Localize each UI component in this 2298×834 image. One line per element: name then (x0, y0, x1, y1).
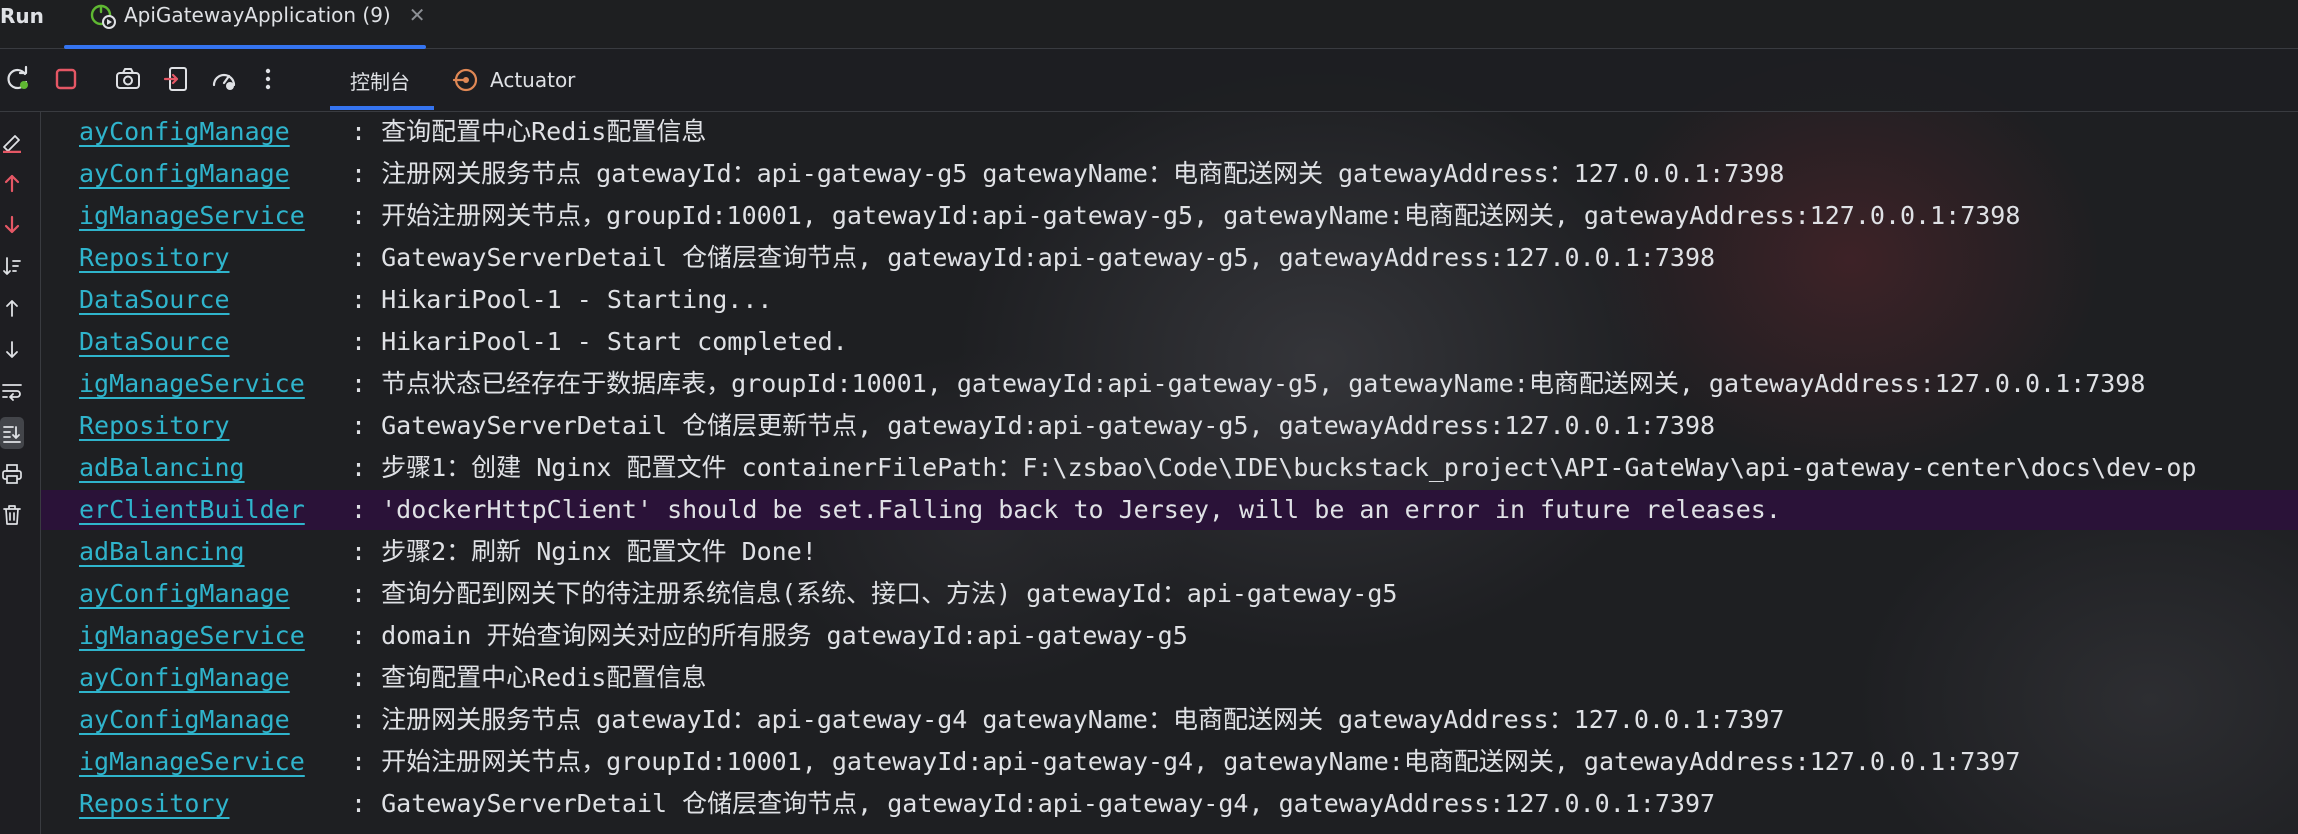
log-message: : 注册网关服务节点 gatewayId：api-gateway-g5 gate… (351, 159, 1785, 188)
tab-console[interactable]: 控制台 (350, 49, 410, 111)
logger-link[interactable]: igManageService (79, 742, 305, 782)
scroll-up-button[interactable] (0, 292, 24, 324)
log-message: : domain 开始查询网关对应的所有服务 gatewayId:api-gat… (351, 621, 1188, 650)
dashboard-icon (212, 73, 236, 90)
log-line: ayConfigManage : 查询分配到网关下的待注册系统信息(系统、接口、方… (41, 574, 2298, 614)
screenshot-icon (116, 68, 140, 89)
close-icon[interactable]: ✕ (409, 0, 426, 30)
run-header: Run ApiGatewayApplication (9) ✕ (0, 0, 2298, 49)
print-button[interactable] (0, 458, 24, 490)
run-tool-window: Run ApiGatewayApplication (9) ✕ 控制台 Actu… (0, 0, 2298, 834)
logger-link[interactable]: Repository (79, 406, 230, 446)
previous-occurrence-button[interactable] (0, 167, 24, 199)
run-panel-title: Run (0, 4, 44, 28)
logger-link[interactable]: Repository (79, 784, 230, 824)
logger-link[interactable]: igManageService (79, 196, 305, 236)
print-icon (2, 464, 22, 484)
rerun-button[interactable] (0, 61, 36, 97)
logger-link[interactable]: ayConfigManage (79, 574, 290, 614)
log-line: igManageService : 开始注册网关节点，groupId:10001,… (41, 742, 2298, 782)
stop-icon (55, 68, 77, 90)
log-line: adBalancing : 步骤2：刷新 Nginx 配置文件 Done! (41, 532, 2298, 572)
log-message: : GatewayServerDetail 仓储层查询节点, gatewayId… (351, 789, 1716, 818)
log-line: ayConfigManage : 注册网关服务节点 gatewayId：api-g… (41, 154, 2298, 194)
logger-link[interactable]: DataSource (79, 280, 230, 320)
trash-icon (3, 505, 21, 525)
console-tab-indicator (330, 106, 434, 110)
rerun-icon (7, 65, 28, 90)
scroll-down-button[interactable] (0, 334, 24, 366)
next-occurrence-button[interactable] (0, 209, 24, 241)
scroll-to-end-button[interactable] (0, 417, 24, 449)
console-output[interactable]: ayConfigManage: 查询配置中心Redis配置信息 ayConfigM… (41, 112, 2298, 834)
logger-link[interactable]: Repository (79, 238, 230, 278)
logger-link[interactable]: erClientBuilder (79, 490, 305, 530)
tab-title: ApiGatewayApplication (9) (124, 3, 391, 27)
logger-link[interactable]: DataSource (79, 322, 230, 362)
run-configuration-tab[interactable]: ApiGatewayApplication (9) ✕ (64, 0, 439, 48)
log-line: Repository : GatewayServerDetail 仓储层查询节点,… (41, 784, 2298, 824)
log-line: DataSource : HikariPool-1 - Start complet… (41, 322, 2298, 362)
more-options-button[interactable] (250, 61, 286, 97)
logger-link[interactable]: ayConfigManage (79, 700, 290, 740)
tab-actuator[interactable]: Actuator (452, 49, 575, 111)
dashboard-button[interactable] (206, 61, 242, 97)
screenshot-button[interactable] (110, 61, 146, 97)
tab-console-label: 控制台 (350, 69, 410, 94)
log-message: : 注册网关服务节点 gatewayId：api-gateway-g4 gate… (351, 705, 1785, 734)
run-toolbar: 控制台 Actuator (0, 49, 2298, 112)
log-message: : HikariPool-1 - Starting... (351, 285, 773, 314)
log-line: ayConfigManage : 查询配置中心Redis配置信息 (41, 658, 2298, 698)
exit-button[interactable] (158, 61, 194, 97)
exit-icon (163, 67, 187, 91)
log-message: : 查询分配到网关下的待注册系统信息(系统、接口、方法) gatewayId：a… (351, 579, 1398, 608)
log-message: : 步骤1：创建 Nginx 配置文件 containerFilePath：F:… (351, 453, 2197, 482)
log-message: : 查询配置中心Redis配置信息 (351, 117, 707, 146)
logger-link[interactable]: ayConfigManage (79, 154, 290, 194)
log-message: : 开始注册网关节点，groupId:10001, gatewayId:api-… (351, 201, 2021, 230)
console-side-toolbar (0, 112, 41, 834)
next-occurrence-icon (4, 215, 20, 234)
log-message: : 步骤2：刷新 Nginx 配置文件 Done! (351, 537, 817, 566)
log-message: : GatewayServerDetail 仓储层更新节点, gatewayId… (351, 411, 1716, 440)
log-line: adBalancing : 步骤1：创建 Nginx 配置文件 container… (41, 448, 2298, 488)
log-line: DataSource : HikariPool-1 - Starting... (41, 280, 2298, 320)
log-line: igManageService : domain 开始查询网关对应的所有服务 ga… (41, 616, 2298, 656)
log-line: Repository : GatewayServerDetail 仓储层更新节点,… (41, 406, 2298, 446)
scroll-to-end-icon (3, 426, 21, 443)
soft-wrap-icon (2, 384, 22, 401)
spring-boot-run-icon (88, 1, 118, 31)
logger-link[interactable]: adBalancing (79, 448, 245, 488)
log-line: igManageService : 开始注册网关节点，groupId:10001,… (41, 196, 2298, 236)
sort-button[interactable] (0, 250, 24, 282)
log-message: : 开始注册网关节点，groupId:10001, gatewayId:api-… (351, 747, 2021, 776)
logger-link[interactable]: igManageService (79, 364, 305, 404)
log-line: igManageService : 节点状态已经存在于数据库表，groupId:1… (41, 364, 2298, 404)
clear-all-icon (3, 135, 21, 153)
scroll-up-icon (6, 300, 18, 317)
log-message: : 查询配置中心Redis配置信息 (351, 663, 707, 692)
more-icon (265, 68, 271, 90)
logger-link[interactable]: ayConfigManage (79, 112, 290, 152)
log-message: : 节点状态已经存在于数据库表，groupId:10001, gatewayId… (351, 369, 2146, 398)
log-line-highlighted: erClientBuilder : 'dockerHttpClient' shou… (41, 490, 2298, 530)
log-line: ayConfigManage : 注册网关服务节点 gatewayId：api-g… (41, 700, 2298, 740)
log-message: : HikariPool-1 - Start completed. (351, 327, 848, 356)
stop-button[interactable] (48, 61, 84, 97)
soft-wrap-button[interactable] (0, 375, 24, 407)
logger-link[interactable]: ayConfigManage (79, 658, 290, 698)
previous-occurrence-icon (4, 174, 20, 193)
log-message: : GatewayServerDetail 仓储层查询节点, gatewayId… (351, 243, 1716, 272)
tab-actuator-label: Actuator (490, 68, 576, 92)
log-line: ayConfigManage : 查询配置中心Redis配置信息 (41, 112, 2298, 152)
delete-button[interactable] (0, 499, 24, 531)
sort-icon (3, 257, 21, 275)
actuator-icon (452, 68, 478, 92)
log-message: : 'dockerHttpClient' should be set.Falli… (351, 495, 1781, 524)
logger-link[interactable]: adBalancing (79, 532, 245, 572)
clear-all-button[interactable] (0, 126, 24, 158)
logger-link[interactable]: igManageService (79, 616, 305, 656)
scroll-down-icon (6, 341, 18, 358)
log-line: Repository : GatewayServerDetail 仓储层查询节点,… (41, 238, 2298, 278)
